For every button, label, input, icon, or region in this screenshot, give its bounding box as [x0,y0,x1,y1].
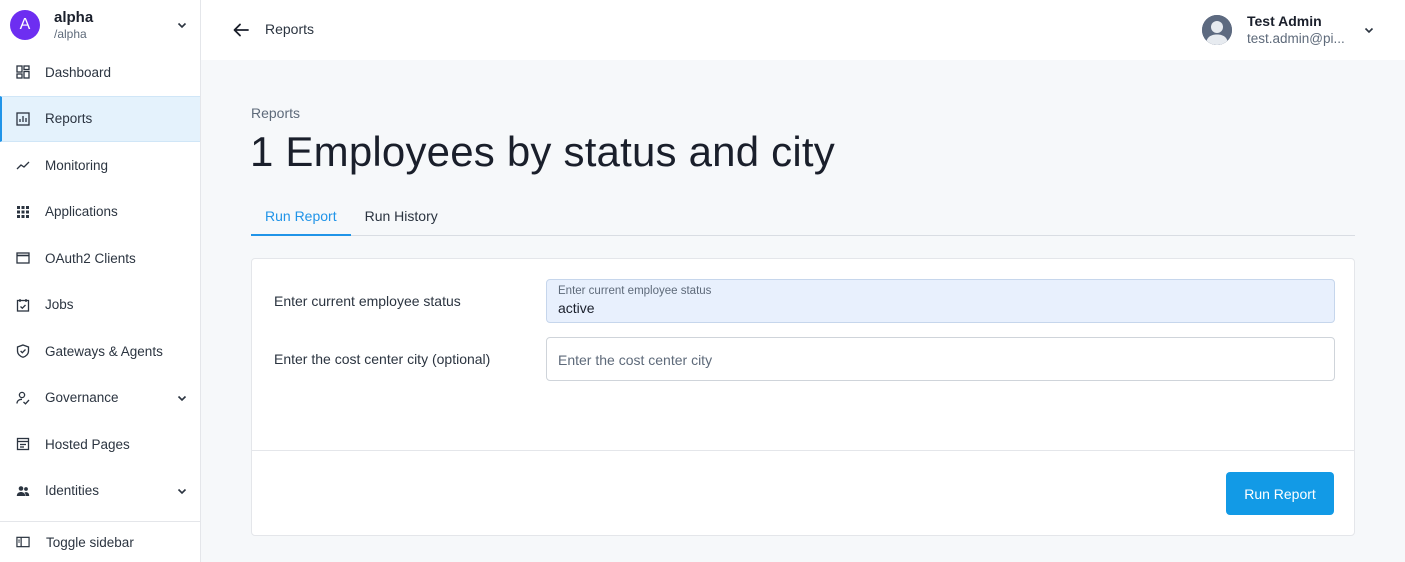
sidebar-item-oauth2-clients[interactable]: OAuth2 Clients [0,235,200,282]
realm-switcher[interactable]: A alpha /alpha [0,0,200,50]
sidebar-item-governance[interactable]: Governance [0,375,200,422]
toggle-sidebar-button[interactable]: Toggle sidebar [0,521,200,562]
sidebar: A alpha /alpha Dashboard Reports Monitor… [0,0,201,562]
window-icon [16,251,30,265]
reports-icon [16,112,30,126]
sidebar-item-label: Identities [45,483,100,499]
realm-path: /alpha [54,26,87,41]
sidebar-nav: Dashboard Reports Monitoring Application… [0,49,200,514]
chevron-down-icon [177,22,187,29]
chevron-down-icon [177,395,187,401]
run-report-button[interactable]: Run Report [1226,472,1334,515]
page-subtitle: Reports [251,105,301,121]
sidebar-item-dashboard[interactable]: Dashboard [0,49,200,96]
sidebar-toggle-icon [16,535,30,549]
people-icon [16,484,30,498]
page-title: 1 Employees by status and city [250,128,835,175]
status-label: Enter current employee status [274,293,461,309]
sidebar-item-label: Hosted Pages [45,436,130,452]
realm-name: alpha [54,8,94,26]
sidebar-item-label: Applications [45,204,118,220]
sidebar-item-hosted-pages[interactable]: Hosted Pages [0,421,200,468]
sidebar-item-label: Governance [45,390,119,406]
dashboard-icon [16,65,30,79]
tab-run-report[interactable]: Run Report [251,200,351,236]
report-form-card: Enter current employee status Enter curr… [251,258,1355,536]
chevron-down-icon [177,488,187,494]
status-value: active [558,300,595,316]
sidebar-item-label: Dashboard [45,64,112,80]
sidebar-item-monitoring[interactable]: Monitoring [0,142,200,189]
city-placeholder: Enter the cost center city [558,352,713,368]
page-icon [16,437,30,451]
user-email: test.admin@pi... [1247,31,1345,47]
top-bar: Reports Test Admin test.admin@pi... [201,0,1405,60]
sidebar-item-identities[interactable]: Identities [0,468,200,515]
card-divider [252,450,1354,451]
chevron-down-icon [1364,27,1374,34]
avatar [1202,15,1232,45]
calendar-check-icon [16,298,30,312]
shield-icon [16,344,30,359]
monitoring-icon [16,158,30,172]
status-float-label: Enter current employee status [558,285,712,297]
sidebar-item-gateways-agents[interactable]: Gateways & Agents [0,328,200,375]
sidebar-item-reports[interactable]: Reports [0,95,200,142]
city-field[interactable]: Enter the cost center city [546,337,1335,381]
sidebar-item-label: Monitoring [45,157,109,173]
report-tabs: Run Report Run History [251,200,1355,236]
breadcrumb: Reports [265,21,315,37]
city-row: Enter the cost center city (optional) En… [252,337,1356,381]
user-name: Test Admin [1247,13,1322,30]
sidebar-item-applications[interactable]: Applications [0,189,200,236]
apps-grid-icon [16,205,30,219]
main-content: Reports 1 Employees by status and city R… [201,60,1405,562]
toggle-sidebar-label: Toggle sidebar [46,534,134,550]
city-label: Enter the cost center city (optional) [274,351,491,367]
sidebar-item-jobs[interactable]: Jobs [0,282,200,329]
realm-avatar: A [10,10,40,40]
user-menu[interactable]: Test Admin test.admin@pi... [1202,10,1375,50]
sidebar-item-label: Reports [45,111,93,127]
status-field[interactable]: Enter current employee status active [546,279,1335,323]
tab-run-history[interactable]: Run History [351,200,452,236]
status-row: Enter current employee status Enter curr… [252,279,1356,323]
sidebar-item-label: OAuth2 Clients [45,250,136,266]
sidebar-item-label: Jobs [45,297,74,313]
governance-icon [16,391,30,405]
back-arrow-icon[interactable] [230,19,252,41]
sidebar-item-label: Gateways & Agents [45,343,163,359]
